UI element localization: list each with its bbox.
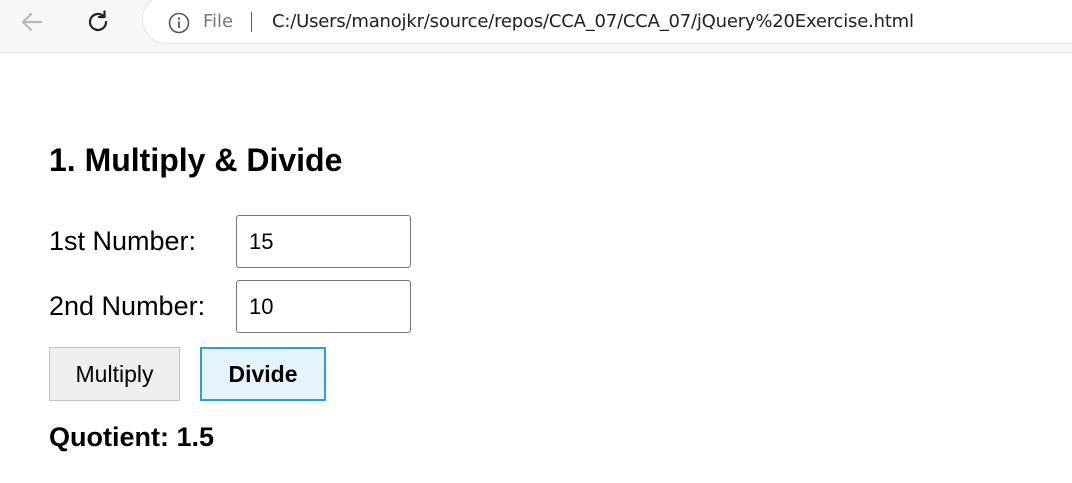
address-scheme-label: File	[203, 11, 234, 32]
reload-icon	[88, 10, 108, 31]
content-divider	[0, 52, 1072, 53]
info-icon[interactable]	[168, 12, 190, 34]
page-title: 1. Multiply & Divide	[49, 142, 343, 178]
address-divider	[251, 12, 252, 32]
quotient-result: Quotient: 1.5	[49, 422, 215, 452]
divide-button[interactable]: Divide	[200, 347, 326, 401]
back-button[interactable]	[14, 4, 50, 40]
multiply-button[interactable]: Multiply	[49, 347, 180, 401]
back-arrow-icon	[21, 12, 43, 32]
url-text[interactable]: C:/Users/manojkr/source/repos/CCA_07/CCA…	[272, 11, 914, 33]
first-number-input[interactable]	[236, 215, 411, 268]
reload-button[interactable]	[80, 4, 116, 40]
second-number-label: 2nd Number:	[49, 291, 206, 321]
first-number-label: 1st Number:	[49, 226, 197, 256]
second-number-input[interactable]	[236, 280, 411, 333]
browser-toolbar: File C:/Users/manojkr/source/repos/CCA_0…	[0, 0, 1072, 52]
